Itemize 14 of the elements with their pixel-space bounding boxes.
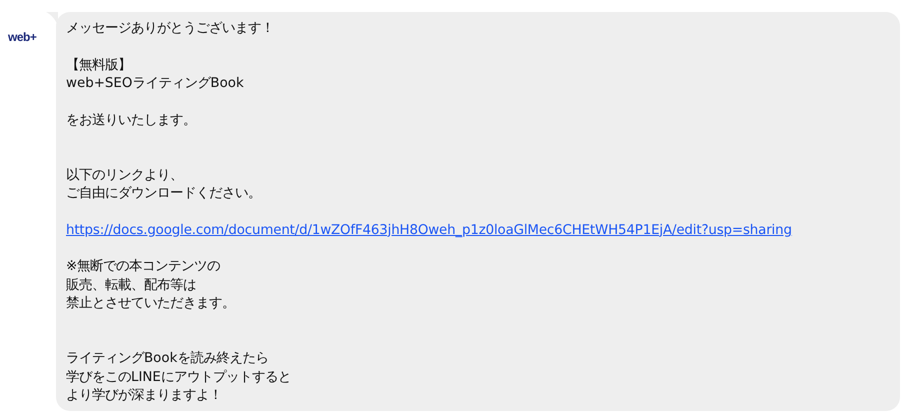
download-link[interactable]: https://docs.google.com/document/d/1wZOfF463jhH8Oweh_p1z0loaGlMec6CHEtWH54P1EjA/edit?usp=sharing [66, 222, 792, 238]
message-text: web+SEOライティングBook [66, 76, 244, 92]
logo: web+ [8, 29, 38, 46]
message-text: 販売、転載、配布等は [66, 278, 196, 293]
message-text: より学びが深まりますよ！ [66, 388, 222, 403]
message-text: ライティングBookを読み終えたら [66, 351, 268, 366]
message-text: 禁止とさせていただきます。 [66, 296, 235, 312]
message-text: 学びをこのLINEにアウトプットすると [66, 370, 291, 385]
message-text: をお送りいたします。 [66, 112, 196, 128]
message-text: 以下のリンクより、 [66, 168, 183, 183]
message-text: 【無料版】 [66, 58, 131, 73]
message-text: メッセージありがとうございます！ [66, 21, 274, 36]
message-text: ※無断での本コンテンツの [66, 259, 220, 274]
message-text: ご自由にダウンロードください。 [66, 186, 261, 202]
